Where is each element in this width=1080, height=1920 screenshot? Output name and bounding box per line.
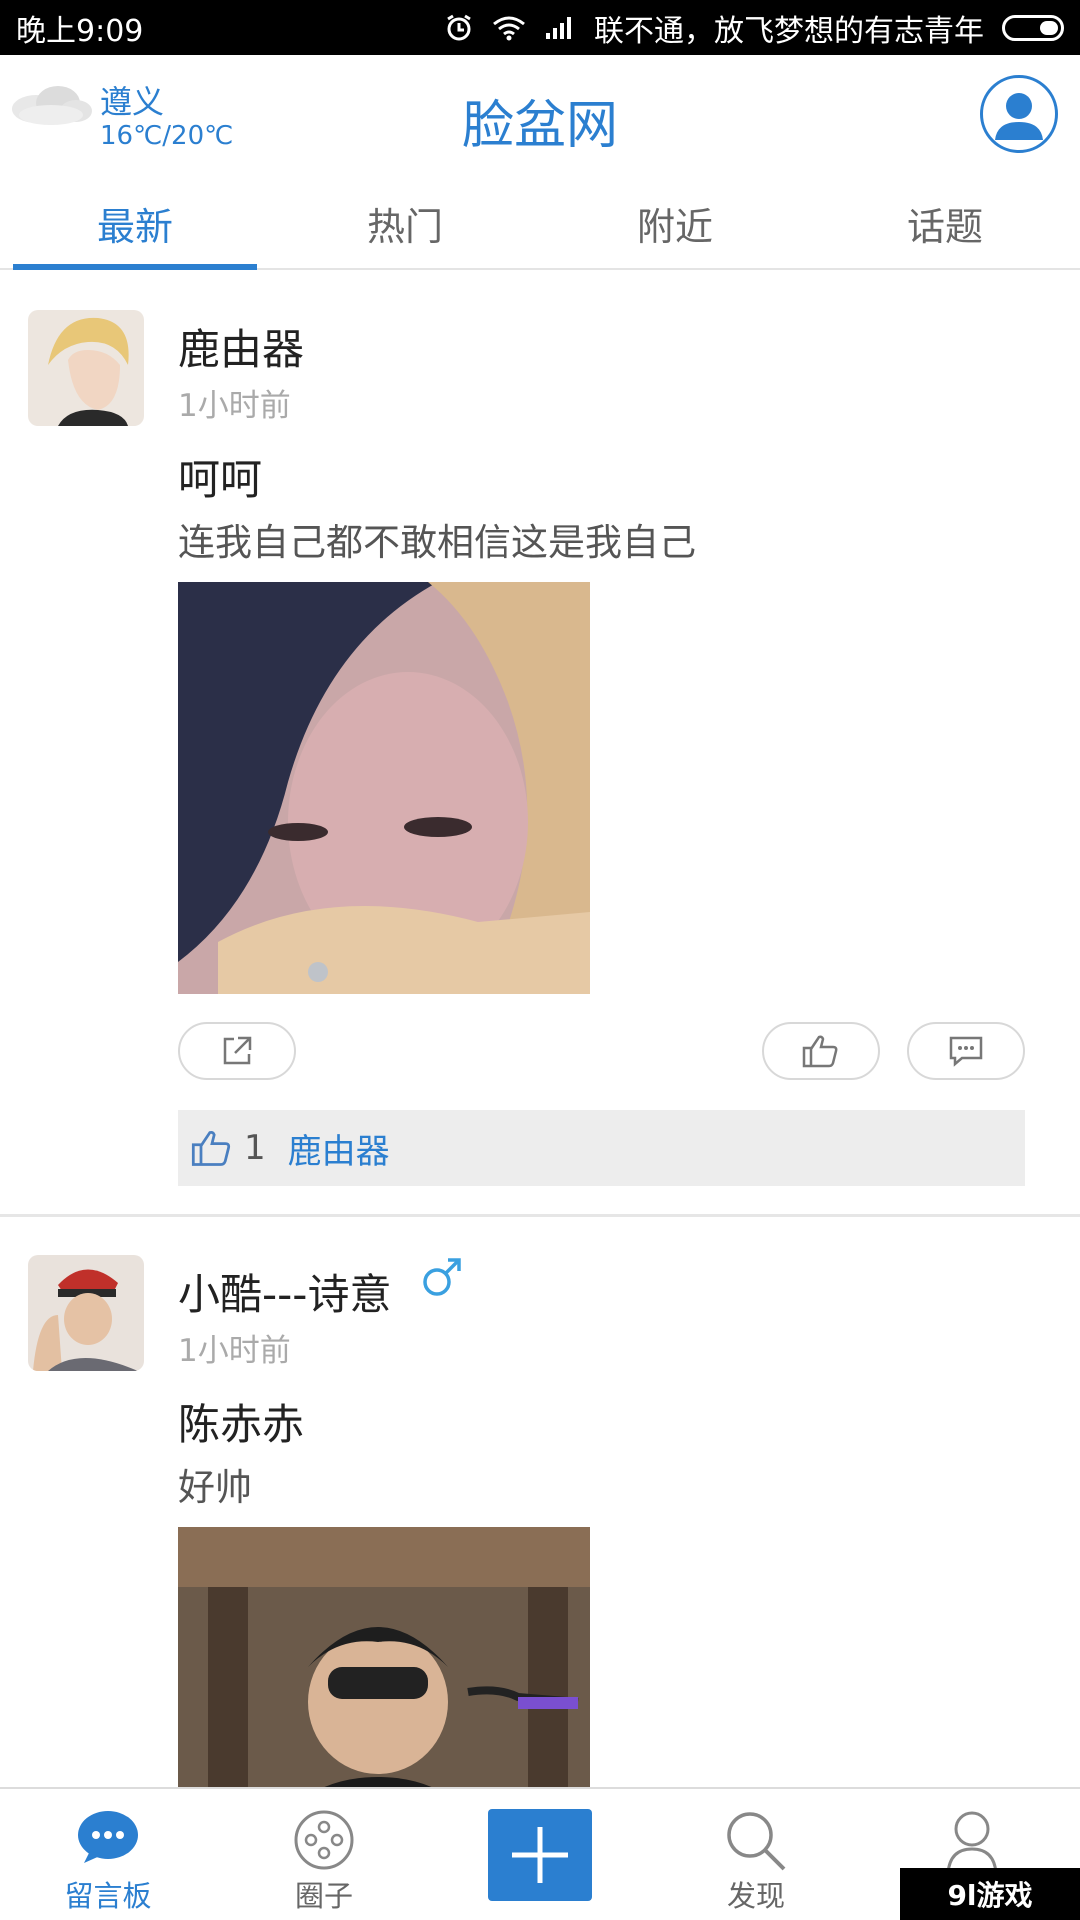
status-time: 晚上9:09 — [16, 13, 144, 49]
comment-icon — [949, 1036, 983, 1067]
alarm-icon — [444, 13, 474, 43]
feed-post: 鹿由器 1小时前 呵呵 连我自己都不敢相信这是我自己 1 鹿由器 — [0, 272, 1080, 1217]
feed-post: 小酷---诗意 1小时前 陈赤赤 好帅 — [0, 1217, 1080, 1787]
wifi-icon — [492, 15, 526, 41]
post-author-avatar[interactable] — [28, 1255, 144, 1371]
share-button[interactable] — [178, 1022, 296, 1080]
circle-dots-icon — [293, 1809, 355, 1875]
liked-by-user[interactable]: 鹿由器 — [288, 1124, 390, 1173]
tab-topics[interactable]: 话题 — [810, 180, 1080, 268]
post-text: 连我自己都不敢相信这是我自己 — [178, 521, 696, 564]
male-icon — [420, 1255, 464, 1303]
nav-label: 留言板 — [64, 1879, 152, 1913]
plus-icon — [512, 1827, 568, 1883]
search-icon — [724, 1809, 788, 1877]
post-title: 呵呵 — [178, 455, 263, 504]
post-time: 1小时前 — [178, 388, 291, 424]
feed-tabs: 最新 热门 附近 话题 — [0, 180, 1080, 270]
nav-circles[interactable]: 圈子 — [216, 1789, 432, 1920]
likes-summary: 1 鹿由器 — [178, 1110, 1025, 1186]
thumbs-up-icon — [802, 1035, 838, 1068]
create-post-button[interactable] — [488, 1809, 592, 1901]
app-header: 遵义 16℃/20℃ 脸盆网 — [0, 55, 1080, 180]
tab-hot[interactable]: 热门 — [270, 180, 540, 268]
nav-message-board[interactable]: 留言板 — [0, 1789, 216, 1920]
app-title: 脸盆网 — [461, 96, 618, 156]
feed-list[interactable]: 鹿由器 1小时前 呵呵 连我自己都不敢相信这是我自己 1 鹿由器 小酷---诗意 — [0, 272, 1080, 1787]
thumbs-up-icon — [191, 1130, 231, 1166]
tab-nearby[interactable]: 附近 — [540, 180, 810, 268]
post-text: 好帅 — [178, 1466, 252, 1509]
chat-bubble-icon — [76, 1809, 140, 1869]
carrier-text: 联不通，放飞梦想的有志青年 — [594, 13, 984, 49]
user-avatar-icon — [985, 80, 1053, 148]
post-title: 陈赤赤 — [178, 1400, 305, 1449]
post-image[interactable] — [178, 582, 590, 994]
post-image[interactable] — [178, 1527, 590, 1787]
like-button[interactable] — [762, 1022, 880, 1080]
post-author-name[interactable]: 小酷---诗意 — [178, 1261, 391, 1322]
post-time: 1小时前 — [178, 1333, 291, 1369]
share-icon — [223, 1036, 252, 1065]
post-author-name[interactable]: 鹿由器 — [178, 316, 304, 377]
user-icon — [944, 1809, 1000, 1877]
nav-create-post[interactable] — [432, 1789, 648, 1920]
nav-label: 圈子 — [294, 1879, 353, 1913]
bottom-navigation: 留言板 圈子 发现 9l游戏 — [0, 1787, 1080, 1920]
watermark-logo: 9l游戏 — [900, 1868, 1080, 1920]
profile-avatar-button[interactable] — [980, 75, 1058, 153]
battery-icon — [1002, 14, 1064, 41]
comment-button[interactable] — [907, 1022, 1025, 1080]
likes-count: 1 — [244, 1128, 266, 1168]
status-bar: 晚上9:09 联不通，放飞梦想的有志青年 — [0, 0, 1080, 55]
signal-icon — [544, 15, 576, 41]
tab-latest[interactable]: 最新 — [0, 180, 270, 270]
nav-discover[interactable]: 发现 — [648, 1789, 864, 1920]
nav-label: 发现 — [726, 1879, 785, 1913]
post-author-avatar[interactable] — [28, 310, 144, 426]
